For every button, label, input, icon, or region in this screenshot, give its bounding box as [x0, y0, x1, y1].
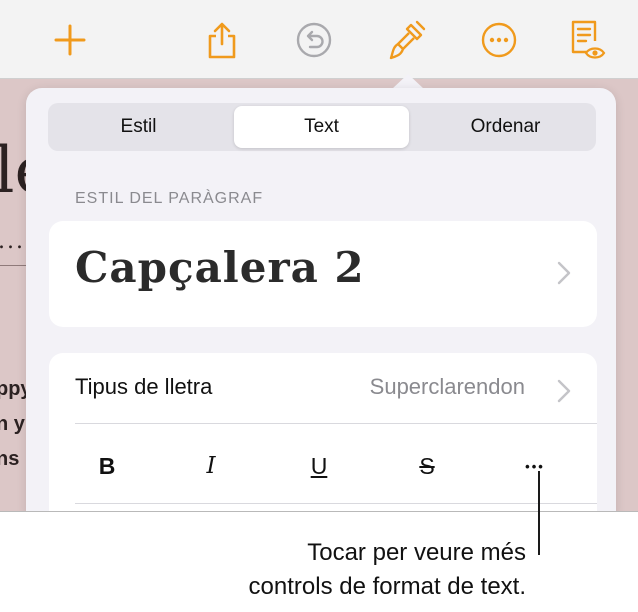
- callout-leader-line: [538, 471, 540, 555]
- italic-button[interactable]: I: [181, 441, 241, 491]
- undo-button[interactable]: [288, 14, 340, 66]
- document-dots-fragment: ...: [0, 229, 25, 254]
- chevron-right-icon: [557, 261, 571, 285]
- more-icon: [481, 22, 517, 58]
- underline-button[interactable]: U: [289, 441, 349, 491]
- undo-icon: [296, 22, 332, 58]
- add-button[interactable]: [44, 14, 96, 66]
- bold-button[interactable]: B: [77, 441, 137, 491]
- divider: [75, 503, 597, 504]
- callout-line-2: controls de format de text.: [248, 573, 526, 600]
- share-icon: [208, 22, 236, 59]
- reading-view-button[interactable]: [560, 14, 612, 66]
- font-card: Tipus de lletra Superclarendon B I U S •…: [49, 353, 597, 511]
- callout-caption: Tocar per veure més controls de format d…: [249, 536, 526, 604]
- toolbar: [0, 0, 638, 79]
- tab-text[interactable]: Text: [234, 106, 409, 148]
- font-value: Superclarendon: [369, 374, 525, 399]
- popover-arrow: [392, 74, 424, 89]
- more-options-button[interactable]: [473, 14, 525, 66]
- format-paintbrush-icon: [389, 20, 426, 60]
- chevron-right-icon: [557, 379, 571, 403]
- more-text-options-button[interactable]: •••: [505, 441, 565, 491]
- strikethrough-button[interactable]: S: [397, 441, 457, 491]
- tab-arrange[interactable]: Ordenar: [418, 106, 593, 148]
- reading-view-icon: [571, 20, 606, 59]
- format-popover: Estil Text Ordenar ESTIL DEL PARÀGRAF Ca…: [26, 88, 616, 511]
- callout-line-1: Tocar per veure més: [307, 539, 526, 566]
- paragraph-style-value: Capçalera 2: [75, 243, 365, 292]
- paragraph-style-row[interactable]: Capçalera 2: [49, 221, 597, 327]
- paragraph-style-label: ESTIL DEL PARÀGRAF: [75, 190, 264, 207]
- format-button[interactable]: [382, 14, 434, 66]
- font-label: Tipus de lletra: [75, 374, 213, 399]
- share-button[interactable]: [196, 14, 248, 66]
- format-tabs: Estil Text Ordenar: [48, 103, 596, 151]
- add-icon: [54, 24, 86, 56]
- font-row[interactable]: Tipus de lletra Superclarendon: [49, 353, 597, 423]
- ellipsis-icon: •••: [525, 458, 545, 474]
- app-screenshot: le ... ppy n y ns Estil Text Ordenar EST…: [0, 0, 638, 512]
- divider: [75, 423, 597, 424]
- tab-style[interactable]: Estil: [51, 106, 226, 148]
